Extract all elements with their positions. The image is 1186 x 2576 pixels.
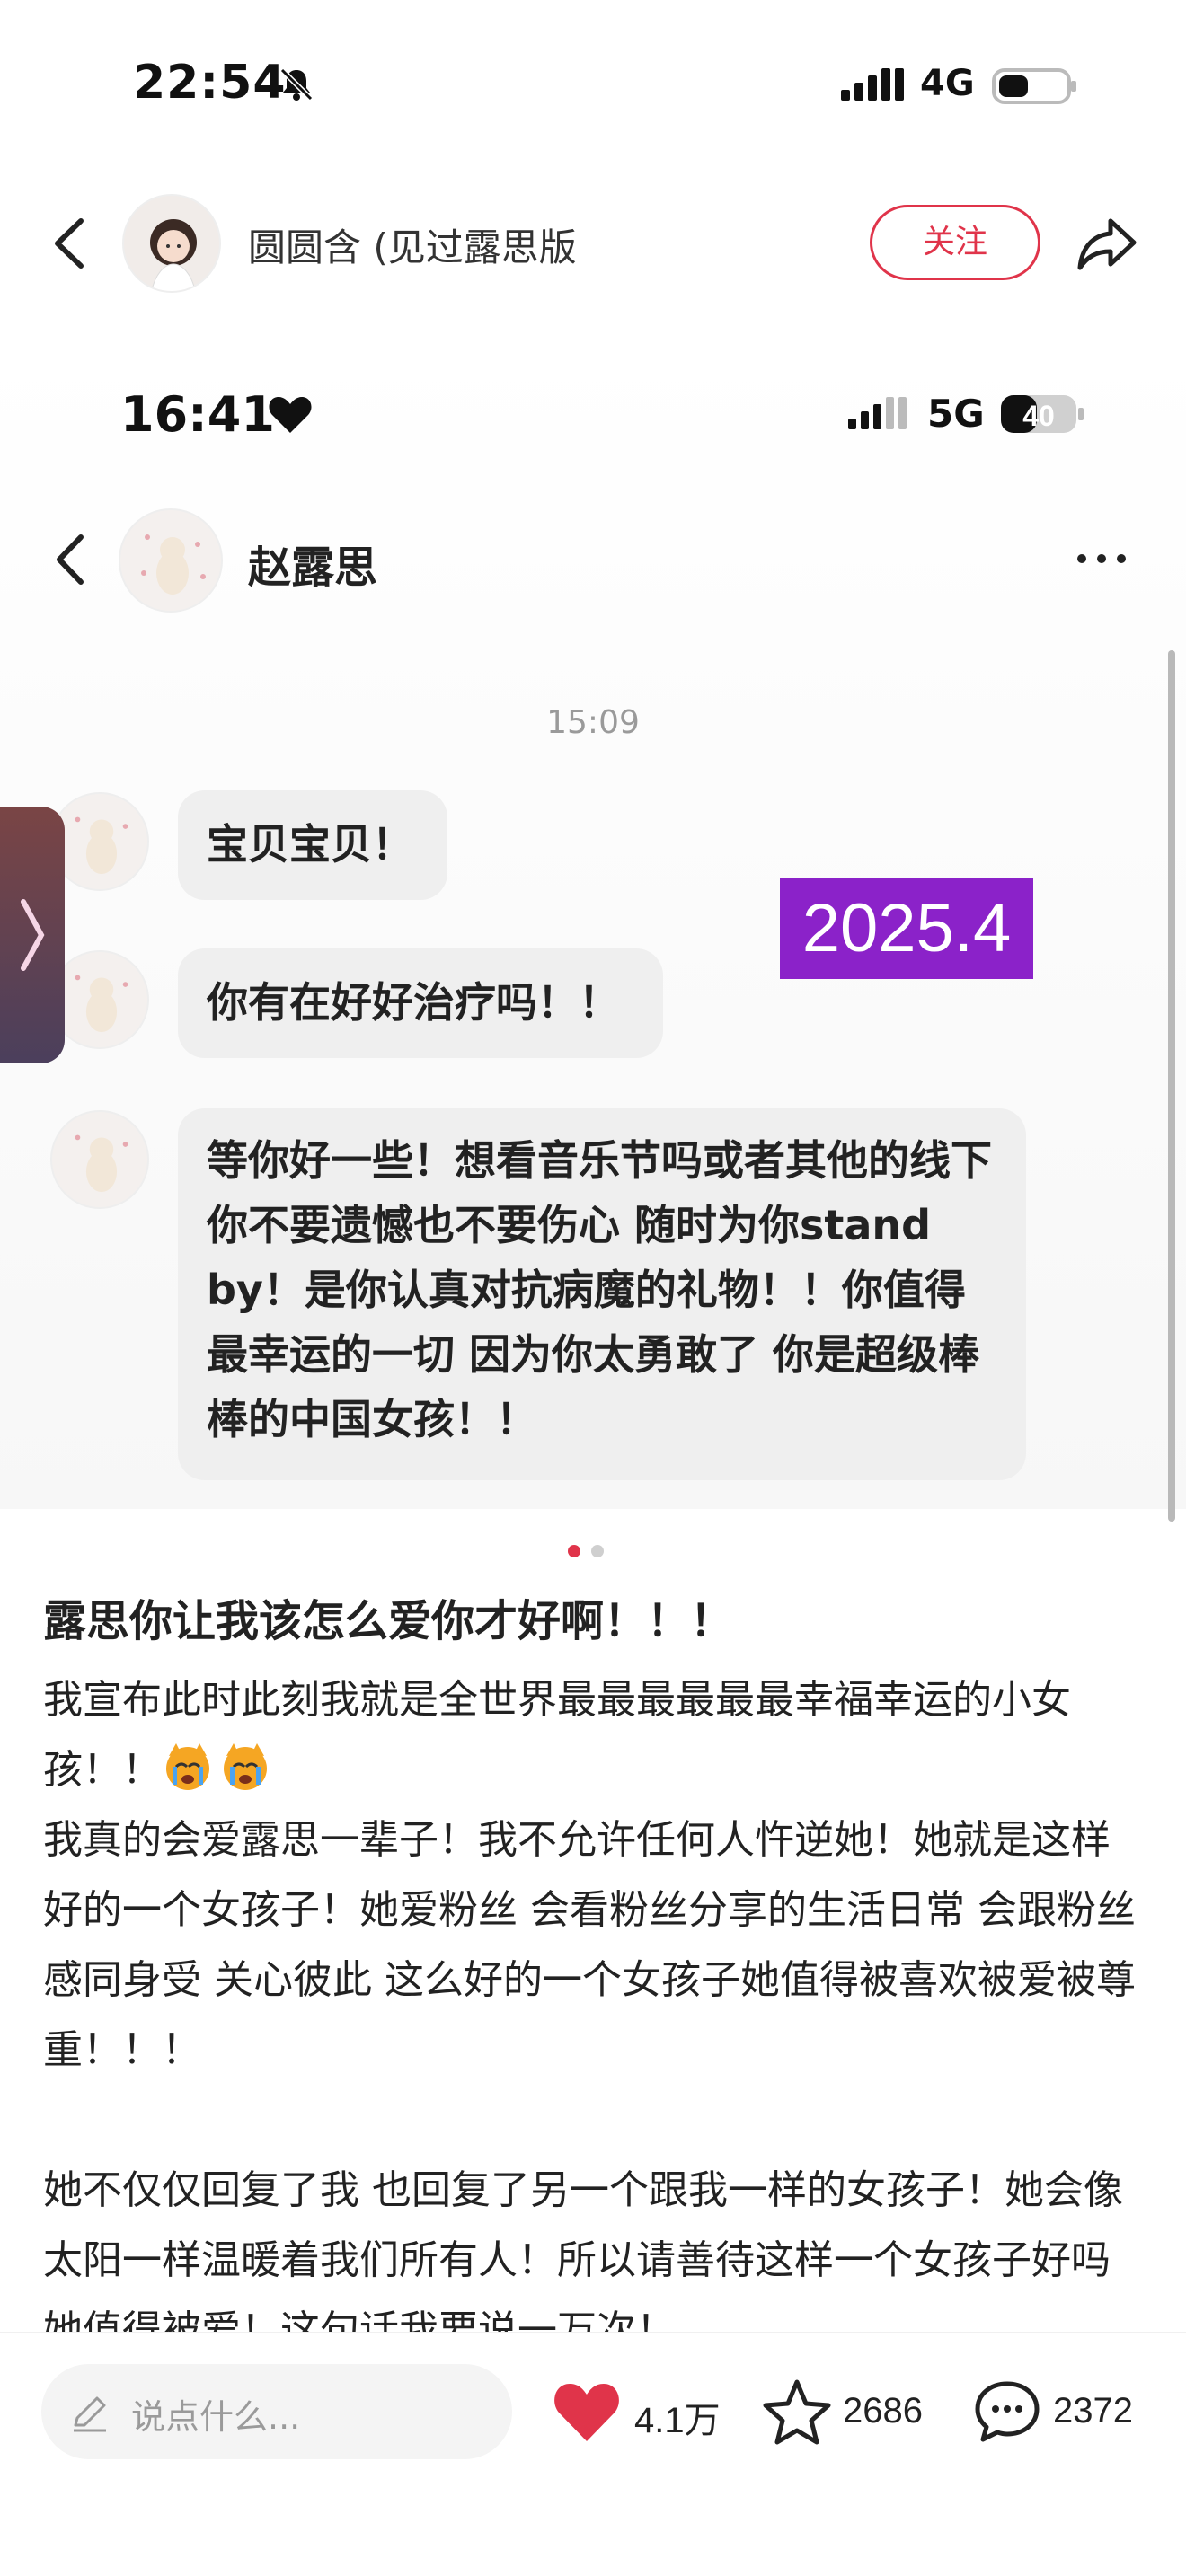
cat-avatar-icon [75,975,128,1033]
chat-back-icon [57,534,84,585]
post-content: 露思你让我该怎么爱你才好啊！！！ 我宣布此时此刻我就是全世界最最最最最最幸福幸运… [43,1590,1148,2366]
chat-contact-name: 赵露思 [248,543,378,593]
message-avatar [50,950,149,1049]
message-avatar [50,792,149,891]
bottom-action-bar: 说点什么... 4.1万 2686 2372 [0,2332,1186,2576]
pencil-icon [74,2396,106,2432]
post-title: 露思你让我该怎么爱你才好啊！！！ [43,1596,734,1646]
network-label: 4G [920,63,975,104]
battery-icon [992,68,1076,104]
post-image[interactable]: 16:41 5G 40 赵露思 15:09 宝贝宝贝！ 你有在好好治疗吗！！ 等… [0,341,1186,1509]
comment-input[interactable]: 说点什么... [41,2364,512,2459]
like-button[interactable]: 4.1万 [552,2369,731,2456]
comment-button[interactable]: 2372 [972,2369,1152,2456]
chat-timestamp: 15:09 [546,704,640,741]
cat-avatar-icon [75,1134,128,1193]
message-bubble: 宝贝宝贝！ [178,790,447,900]
status-time: 22:54 [133,56,287,110]
like-count: 4.1万 [634,2401,721,2440]
bell-muted-icon [279,67,314,101]
message-avatar [50,1110,149,1209]
avatar-illustration-icon [150,219,197,291]
date-badge: 2025.4 [780,878,1033,979]
comment-bubble-icon [975,2381,1040,2442]
status-bar: 22:54 4G [0,0,1186,171]
page-dot-active [568,1545,580,1557]
image-pagination [568,1545,622,1559]
share-icon[interactable] [1075,212,1139,275]
favorite-count: 2686 [843,2391,923,2430]
crying-cat-emoji-icon [224,1743,267,1790]
star-icon [763,2379,831,2445]
crying-cat-emoji-icon [166,1743,209,1790]
post-body-wrapper: 我宣布此时此刻我就是全世界最最最最最最幸福幸运的小女孩！！ 我真的会爱露思一辈子… [43,1665,1148,2366]
comment-count: 2372 [1053,2391,1133,2430]
message-bubble: 等你好一些！想看音乐节吗或者其他的线下 你不要遗憾也不要伤心 随时为你stand… [178,1108,1026,1480]
image-network-label: 5G [927,392,985,436]
scrollbar[interactable] [1168,650,1175,1522]
comment-placeholder: 说点什么... [131,2397,301,2437]
chat-avatar [119,508,223,613]
chevron-right-icon [21,899,45,971]
favorite-button[interactable]: 2686 [762,2369,942,2456]
side-drawer-handle[interactable] [0,807,65,1063]
back-icon[interactable] [45,212,99,275]
post-header: 圆圆含 (见过露思版 关注 [0,189,1186,296]
heart-icon [269,397,312,433]
image-battery-level: 40 [1022,400,1055,432]
cat-avatar-icon [141,534,206,595]
image-signal-icon [848,397,907,429]
heart-filled-icon [554,2384,619,2441]
message-bubble: 你有在好好治疗吗！！ [178,948,663,1058]
post-body: 我真的会爱露思一辈子！我不允许任何人忤逆她！她就是这样好的一个女孩子！她爱粉丝 … [43,1817,1136,2353]
cat-avatar-icon [75,816,128,875]
author-name[interactable]: 圆圆含 (见过露思版 [248,217,577,272]
author-avatar[interactable] [122,194,221,293]
image-battery-icon: 40 [999,392,1085,437]
more-icon [1077,554,1126,563]
signal-icon [841,68,904,101]
follow-button[interactable]: 关注 [870,205,1040,280]
image-status-time: 16:41 [120,386,275,443]
page-dot [591,1545,604,1557]
